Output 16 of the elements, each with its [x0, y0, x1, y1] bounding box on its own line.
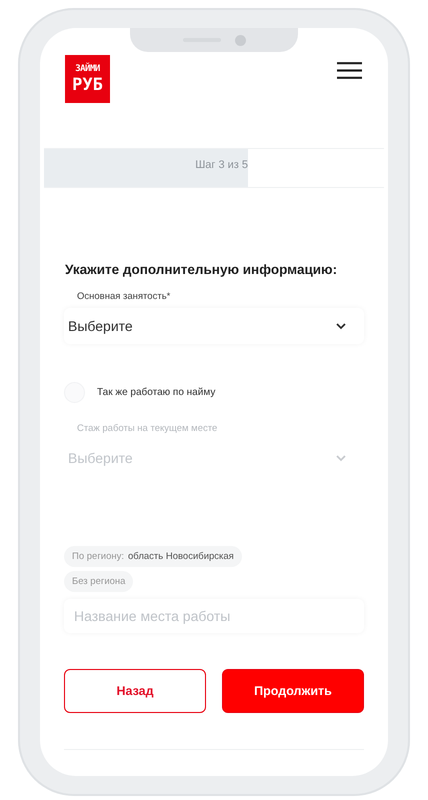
chevron-down-icon: [336, 322, 346, 330]
continue-button[interactable]: Продолжить: [222, 669, 364, 713]
menu-icon[interactable]: [337, 62, 362, 79]
checkbox-label: Так же работаю по найму: [97, 387, 216, 398]
field-label: Стаж работы на текущем месте: [77, 423, 218, 434]
workplace-input[interactable]: Название места работы: [64, 599, 364, 633]
camera-icon: [234, 34, 246, 46]
region-chip[interactable]: По региону: область Новосибирская: [64, 546, 242, 567]
select-field[interactable]: Выберите: [64, 308, 364, 344]
back-button[interactable]: Назад: [64, 669, 206, 713]
form-heading: Укажите дополнительную информацию:: [65, 262, 338, 277]
step-label: Шаг 3 из 5: [195, 159, 248, 171]
logo[interactable]: ЗАЙМИ РУБ: [65, 55, 110, 103]
region-chip[interactable]: Без региона: [64, 571, 134, 592]
field-label: Основная занятость*: [77, 291, 172, 302]
chevron-down-icon: [336, 454, 346, 462]
